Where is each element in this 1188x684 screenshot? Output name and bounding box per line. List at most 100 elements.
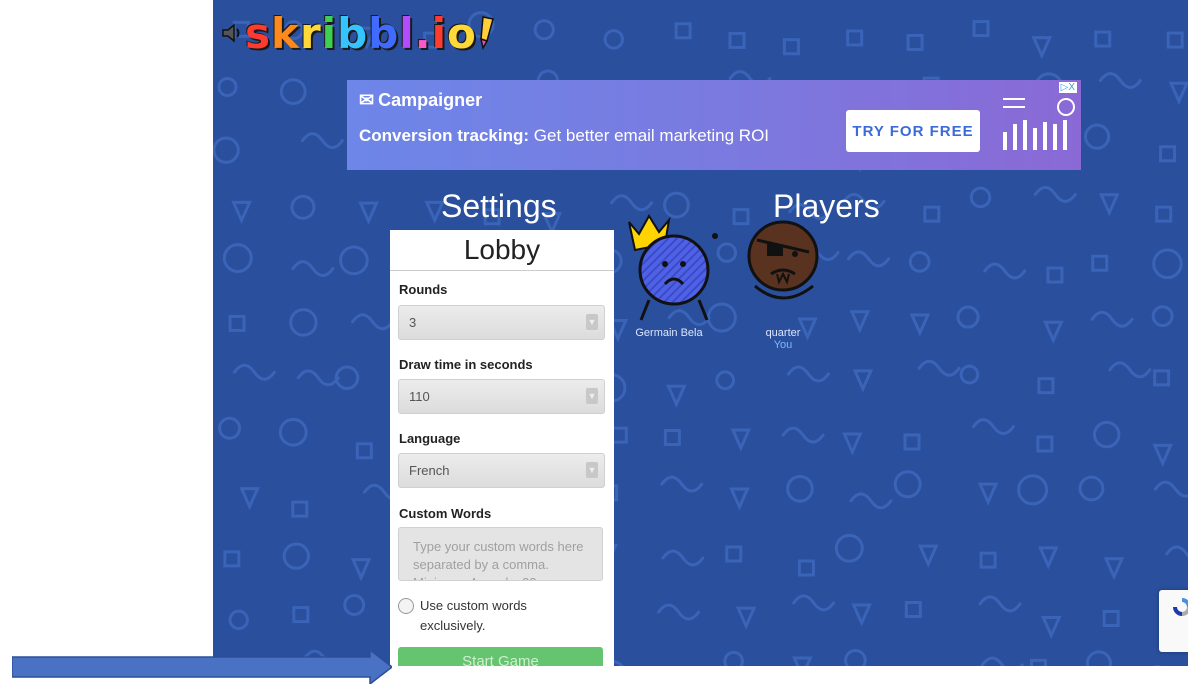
doodle-shape: [1046, 266, 1064, 284]
language-select[interactable]: French ▼: [398, 453, 605, 488]
logo-letter: s: [245, 8, 271, 58]
logo-letter: b: [368, 8, 400, 58]
doodle-shape: [1108, 361, 1152, 379]
doodle-shape: [343, 594, 366, 616]
rounds-label: Rounds: [399, 282, 448, 297]
doodle-shape: [969, 186, 992, 209]
doodle-shape: [1093, 420, 1121, 449]
adchoices-icon[interactable]: ▷X: [1058, 82, 1077, 93]
doodle-shape: [1078, 475, 1105, 502]
doodle-shape: [231, 200, 252, 225]
doodle-shape: [663, 428, 681, 446]
doodle-shape: [339, 245, 369, 276]
speaker-icon[interactable]: [221, 22, 243, 44]
doodle-shape: [674, 22, 692, 40]
doodle-shape: [300, 132, 344, 150]
player-card[interactable]: quarter You: [733, 210, 833, 351]
doodle-shape: [1098, 193, 1120, 217]
ad-headline: Conversion tracking: Get better email ma…: [359, 126, 769, 146]
doodle-shape: [1102, 610, 1120, 628]
doodle-shape: [797, 559, 815, 577]
doodle-shape: [971, 418, 1015, 436]
doodle-shape: [1103, 557, 1125, 581]
draw-time-select[interactable]: 110 ▼: [398, 379, 605, 414]
doodle-shape: [351, 313, 395, 331]
doodle-shape: [903, 433, 921, 451]
doodle-shape: [228, 314, 246, 332]
doodle-shape: [1166, 31, 1184, 49]
doodle-shape: [723, 650, 744, 666]
doodle-shape: [291, 260, 335, 278]
doodle-shape: [715, 370, 736, 391]
doodle-shape: [292, 606, 310, 624]
doodle-shape: [917, 544, 939, 568]
doodle-shape: [735, 606, 757, 630]
player-avatar: [628, 214, 718, 321]
doodle-shape: [660, 475, 704, 493]
recaptcha-icon: [1173, 598, 1188, 616]
doodle-shape: [222, 243, 253, 274]
doodle-shape: [893, 470, 922, 499]
doodle-shape: [983, 262, 1027, 280]
doodle-shape: [291, 500, 309, 518]
logo-letter: .: [414, 8, 432, 58]
player-avatar: [747, 220, 819, 300]
ad-bars-graphic: [1003, 120, 1067, 150]
logo-letter: l: [399, 8, 415, 58]
doodle-shape: [979, 551, 997, 569]
doodle-shape: [729, 487, 750, 511]
exclusive-checkbox[interactable]: [398, 598, 414, 614]
draw-time-label: Draw time in seconds: [399, 357, 533, 372]
doodle-shape: [1159, 145, 1177, 163]
ad-banner[interactable]: ✉ Campaigner Conversion tracking: Get be…: [347, 80, 1081, 170]
ad-cta-button[interactable]: TRY FOR FREE: [846, 110, 980, 152]
logo-letter: o: [447, 8, 477, 58]
doodle-shape: [218, 416, 242, 440]
doodle-shape: [792, 594, 836, 612]
doodle-shape: [217, 76, 238, 98]
ad-headline-rest: Get better email marketing ROI: [529, 126, 770, 145]
doodle-shape: [959, 364, 980, 385]
doodle-shape: [909, 313, 931, 337]
chevron-down-icon: ▼: [586, 314, 598, 330]
doodle-shape: [786, 474, 814, 503]
lobby-title: Lobby: [390, 230, 614, 271]
rounds-select[interactable]: 3 ▼: [398, 305, 605, 340]
doodle-shape: [290, 194, 316, 220]
doodle-shape: [1155, 205, 1173, 223]
language-label: Language: [399, 431, 461, 446]
doodle-shape: [725, 545, 743, 563]
doodle-shape: [278, 417, 308, 447]
doodle-shape: [213, 136, 240, 164]
custom-words-input[interactable]: Type your custom words here separated by…: [398, 527, 603, 581]
chevron-down-icon: ▼: [586, 388, 598, 404]
doodle-shape: [730, 428, 752, 452]
doodle-shape: [792, 656, 813, 666]
doodle-shape: [1031, 36, 1053, 60]
start-game-button[interactable]: Start Game: [398, 647, 603, 666]
doodle-shape: [610, 426, 628, 444]
doodle-shape: [980, 656, 1024, 666]
doodle-shape: [533, 19, 555, 41]
doodle-shape: [1091, 254, 1109, 272]
doodle-shape: [1017, 474, 1049, 506]
doodle-shape: [1168, 81, 1188, 105]
logo-wordmark: skribbl.io: [245, 9, 477, 58]
doodle-shape: [279, 78, 307, 106]
lobby-panel: Lobby Rounds 3 ▼ Draw time in seconds 11…: [390, 230, 614, 666]
recaptcha-badge[interactable]: [1159, 590, 1188, 652]
doodle-shape: [223, 550, 241, 568]
doodle-shape: [1029, 658, 1047, 666]
player-card[interactable]: Germain Bela: [619, 210, 719, 339]
logo-letter: r: [299, 8, 322, 58]
rounds-value: 3: [409, 315, 417, 330]
exclusive-option[interactable]: Use custom words exclusively.: [398, 596, 570, 636]
doodle-shape: [1090, 310, 1134, 328]
doodle-shape: [358, 201, 379, 225]
doodle-shape: [956, 305, 980, 329]
doodle-shape: [1037, 377, 1055, 395]
doodle-shape: [228, 609, 249, 631]
doodle-shape: [844, 649, 867, 666]
doodle-shape: [852, 369, 874, 393]
logo-letter: i: [321, 8, 338, 58]
